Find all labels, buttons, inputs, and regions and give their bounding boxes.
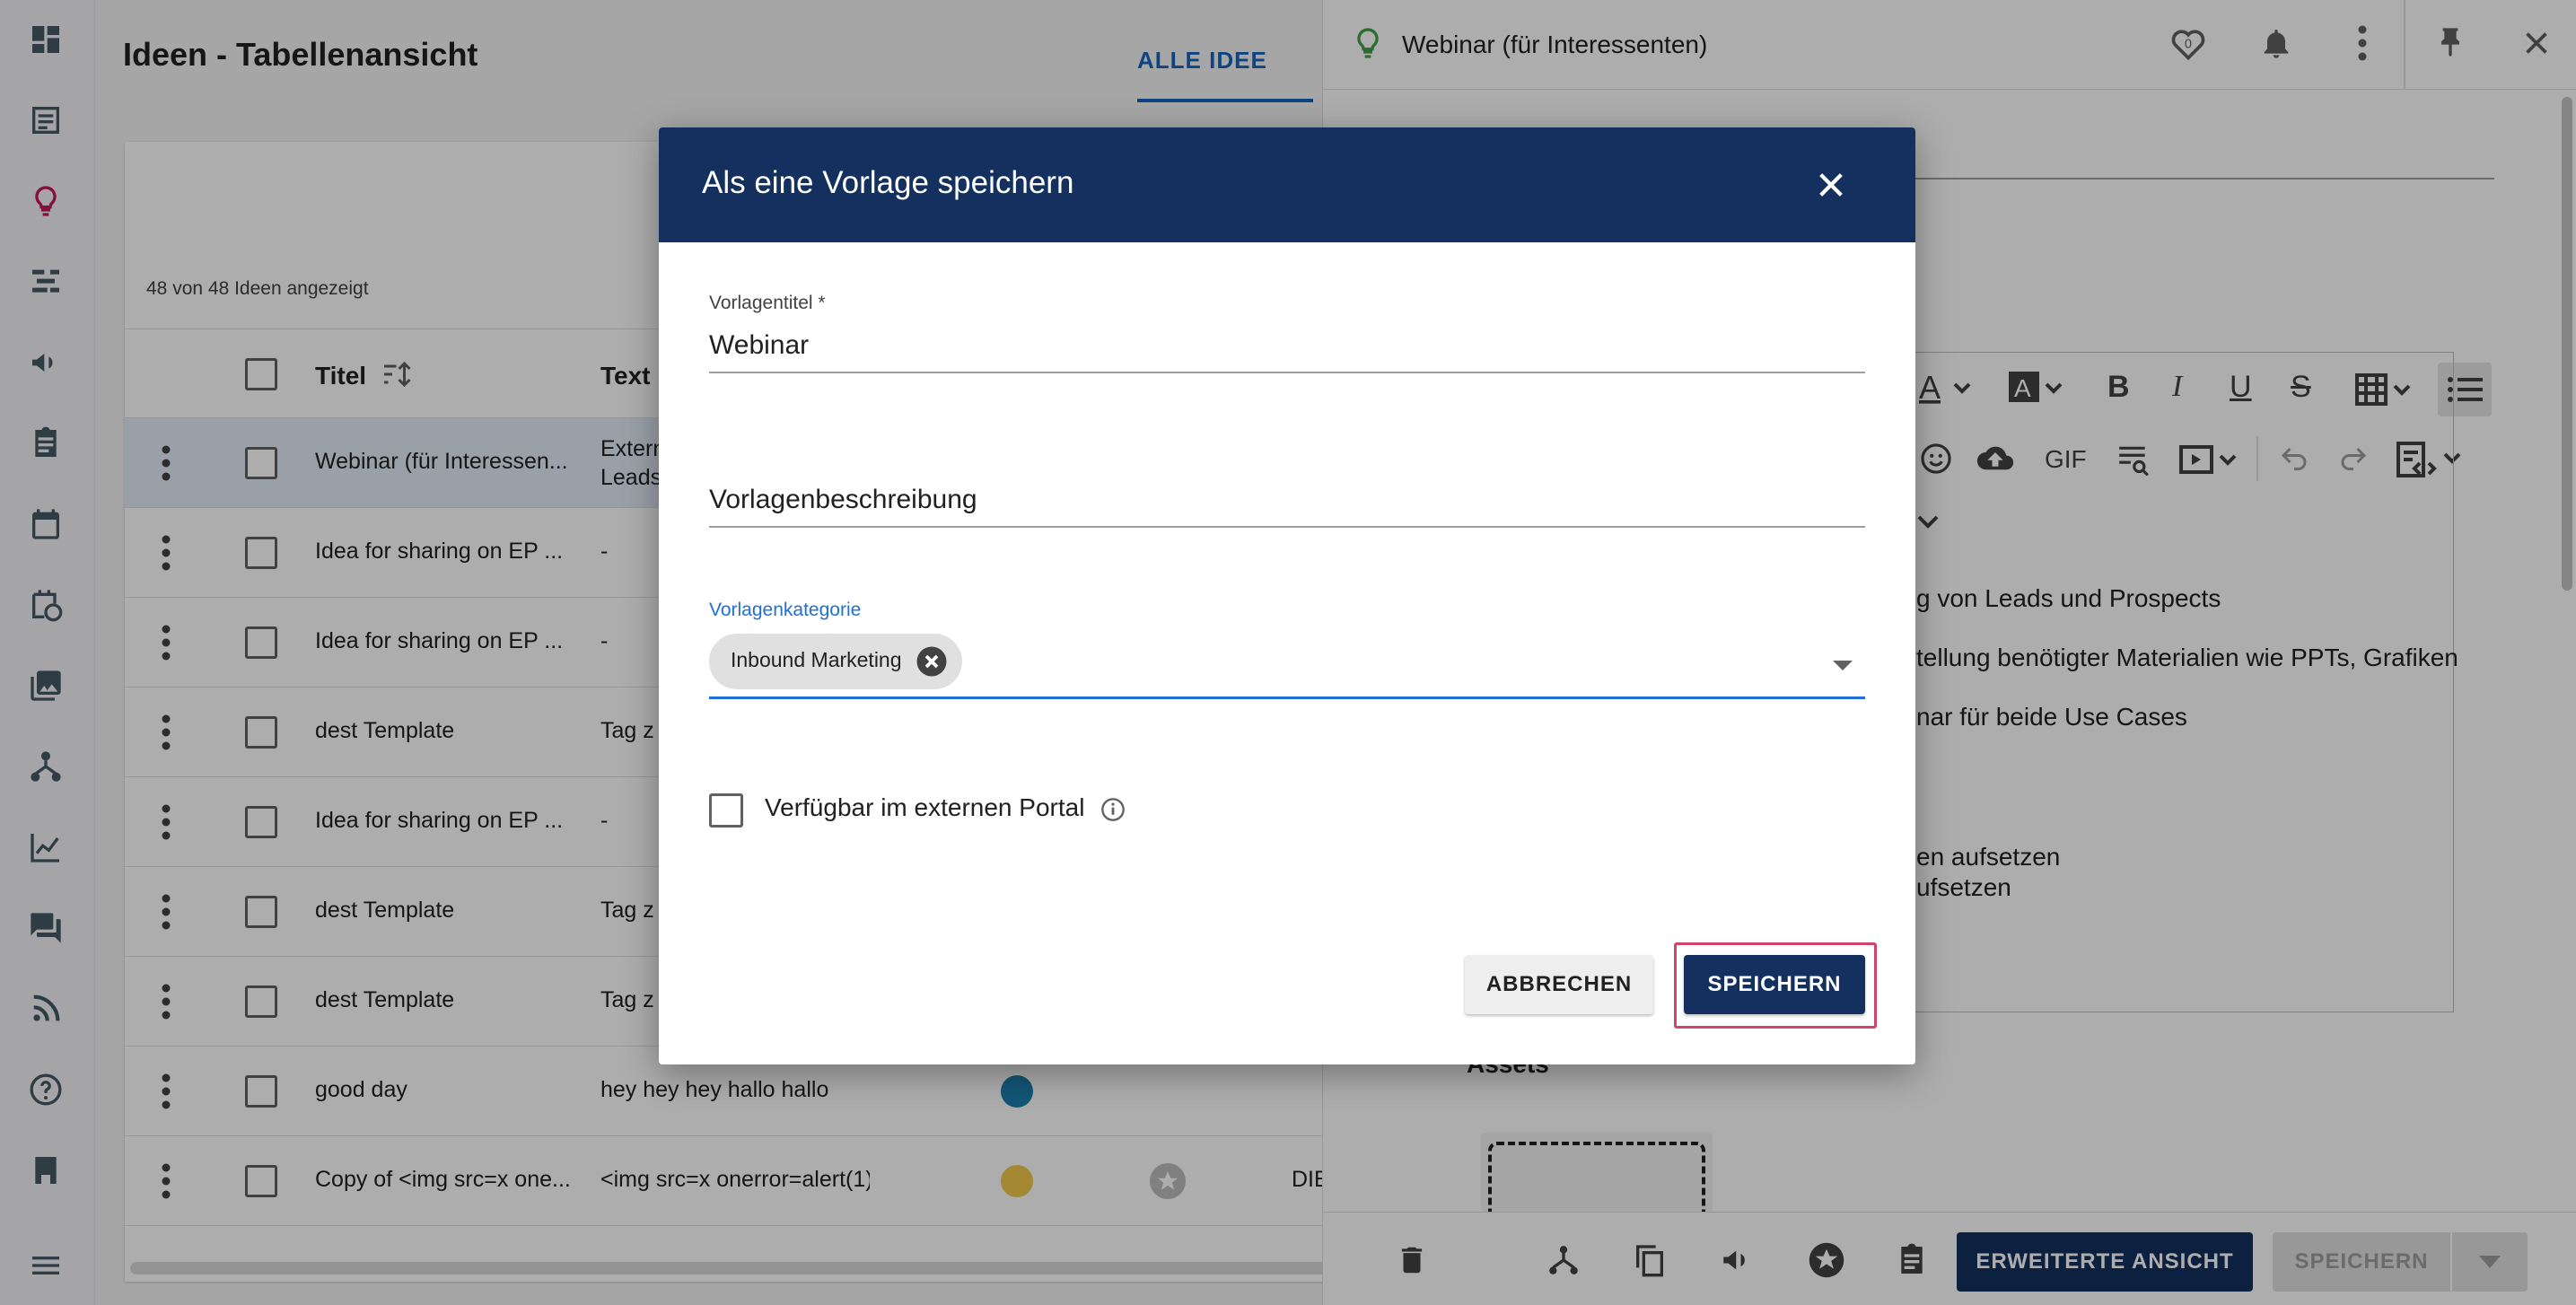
template-description-input[interactable]: Vorlagenbeschreibung (709, 485, 977, 515)
save-as-template-dialog: Als eine Vorlage speichern Vorlagentitel… (659, 127, 1915, 1064)
template-category-underline (709, 696, 1865, 699)
template-description-underline (709, 526, 1865, 528)
template-title-label: Vorlagentitel * (709, 293, 826, 313)
info-icon[interactable] (1100, 797, 1126, 822)
category-chip[interactable]: Inbound Marketing (709, 634, 962, 689)
dialog-header: Als eine Vorlage speichern (659, 127, 1915, 242)
category-dropdown-caret-icon[interactable] (1833, 661, 1853, 670)
template-title-underline (709, 372, 1865, 373)
external-portal-checkbox[interactable] (709, 793, 743, 828)
cancel-button[interactable]: ABBRECHEN (1465, 955, 1653, 1014)
template-title-input[interactable]: Webinar (709, 330, 809, 361)
close-dialog-icon[interactable] (1806, 160, 1856, 210)
category-chip-label: Inbound Marketing (731, 648, 902, 671)
save-button[interactable]: SPEICHERN (1684, 955, 1865, 1014)
external-portal-label: Verfügbar im externen Portal (765, 793, 1085, 821)
dialog-title: Als eine Vorlage speichern (702, 165, 1074, 200)
chip-remove-icon[interactable] (916, 645, 948, 678)
template-category-label: Vorlagenkategorie (709, 600, 862, 620)
